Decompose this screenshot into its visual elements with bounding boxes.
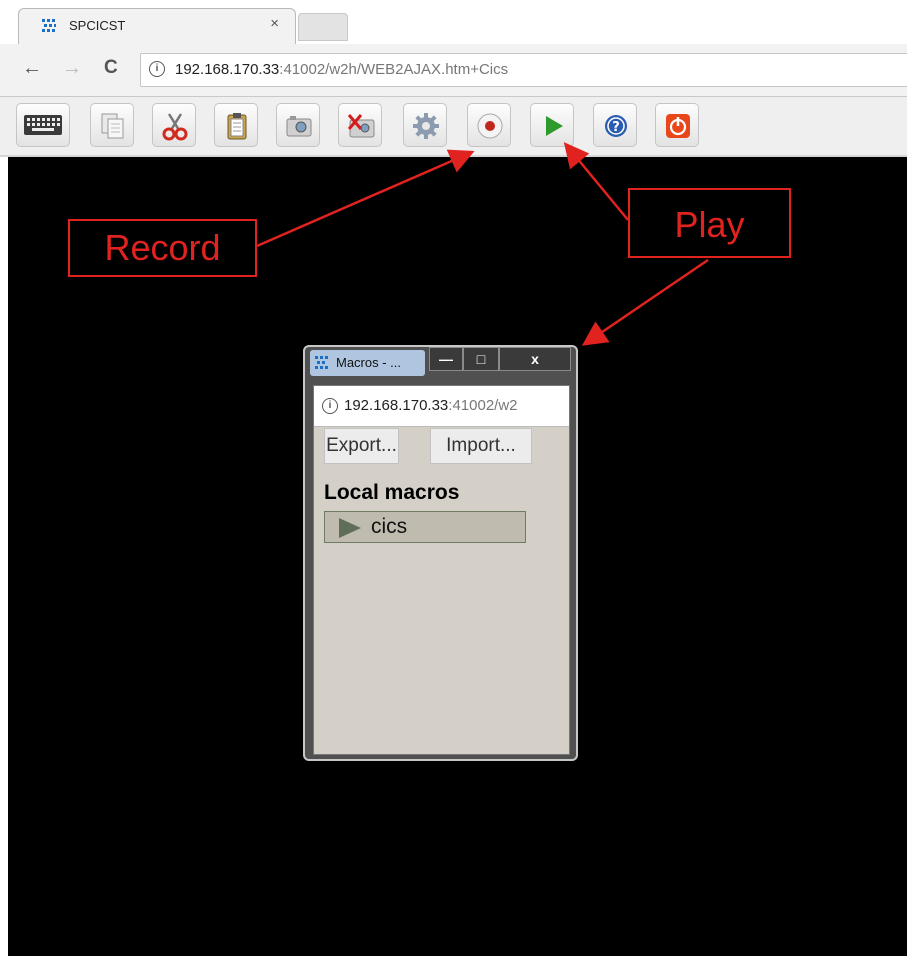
keyboard-icon [24, 115, 62, 135]
popup-address-text: 192.168.170.33:41002/w2 [344, 397, 518, 414]
info-icon[interactable]: i [149, 61, 165, 77]
power-icon [666, 114, 690, 138]
back-arrow-icon[interactable]: ← [22, 58, 42, 78]
play-icon [546, 116, 563, 136]
play-button[interactable] [530, 103, 574, 147]
export-button[interactable]: Export... [324, 428, 399, 464]
gear-icon [413, 113, 439, 139]
paste-button[interactable] [214, 103, 258, 147]
screenshot-button[interactable] [276, 103, 320, 147]
browser-navbar: ← → C i 192.168.170.33:41002/w2h/WEB2AJA… [0, 44, 907, 97]
tab-close-icon[interactable]: × [270, 15, 279, 32]
close-screenshot-button[interactable] [338, 103, 382, 147]
popup-body: i 192.168.170.33:41002/w2 Export... Impo… [313, 385, 570, 755]
help-icon: ? [605, 115, 627, 137]
tab-title: SPCICST [69, 18, 126, 33]
keyboard-button[interactable] [16, 103, 70, 147]
import-button[interactable]: Import... [430, 428, 532, 464]
app-toolbar: ? [0, 97, 907, 157]
maximize-button[interactable]: □ [463, 347, 499, 371]
clipboard-icon [227, 113, 247, 140]
copy-button[interactable] [90, 103, 134, 147]
browser-tab[interactable]: SPCICST × [18, 8, 296, 45]
camera-icon [286, 116, 312, 137]
popup-close-button[interactable]: x [499, 347, 571, 371]
play-icon[interactable] [339, 518, 361, 538]
popup-favicon-icon [315, 356, 328, 369]
cut-button[interactable] [152, 103, 196, 147]
reload-icon[interactable]: C [104, 58, 118, 78]
settings-button[interactable] [403, 103, 447, 147]
camera-x-icon [347, 114, 375, 138]
local-macros-heading: Local macros [324, 481, 460, 504]
copy-icon [101, 113, 124, 139]
play-callout: Play [628, 188, 791, 258]
macro-item-cics[interactable]: cics [324, 511, 526, 543]
macros-popup-window[interactable]: Macros - ... — □ x i 192.168.170.33:4100… [303, 345, 578, 761]
record-icon [477, 113, 503, 139]
address-text: 192.168.170.33:41002/w2h/WEB2AJAX.htm+Ci… [175, 61, 509, 78]
svg-text:?: ? [612, 120, 620, 135]
popup-titlebar[interactable]: Macros - ... [310, 350, 425, 376]
browser-tabstrip: SPCICST × [0, 0, 907, 45]
help-button[interactable]: ? [593, 103, 637, 147]
power-button[interactable] [655, 103, 699, 147]
popup-title: Macros - ... [336, 355, 402, 370]
spcicst-favicon-icon [42, 19, 56, 32]
record-callout: Record [68, 219, 257, 277]
forward-arrow-icon[interactable]: → [62, 58, 82, 78]
scissors-icon [162, 113, 188, 141]
info-icon[interactable]: i [322, 398, 338, 414]
record-button[interactable] [467, 103, 511, 147]
new-tab-button[interactable] [298, 13, 348, 41]
popup-address-bar[interactable]: i 192.168.170.33:41002/w2 [314, 386, 569, 427]
address-bar[interactable]: i 192.168.170.33:41002/w2h/WEB2AJAX.htm+… [140, 53, 907, 87]
minimize-button[interactable]: — [429, 347, 463, 371]
macro-label: cics [371, 515, 408, 538]
